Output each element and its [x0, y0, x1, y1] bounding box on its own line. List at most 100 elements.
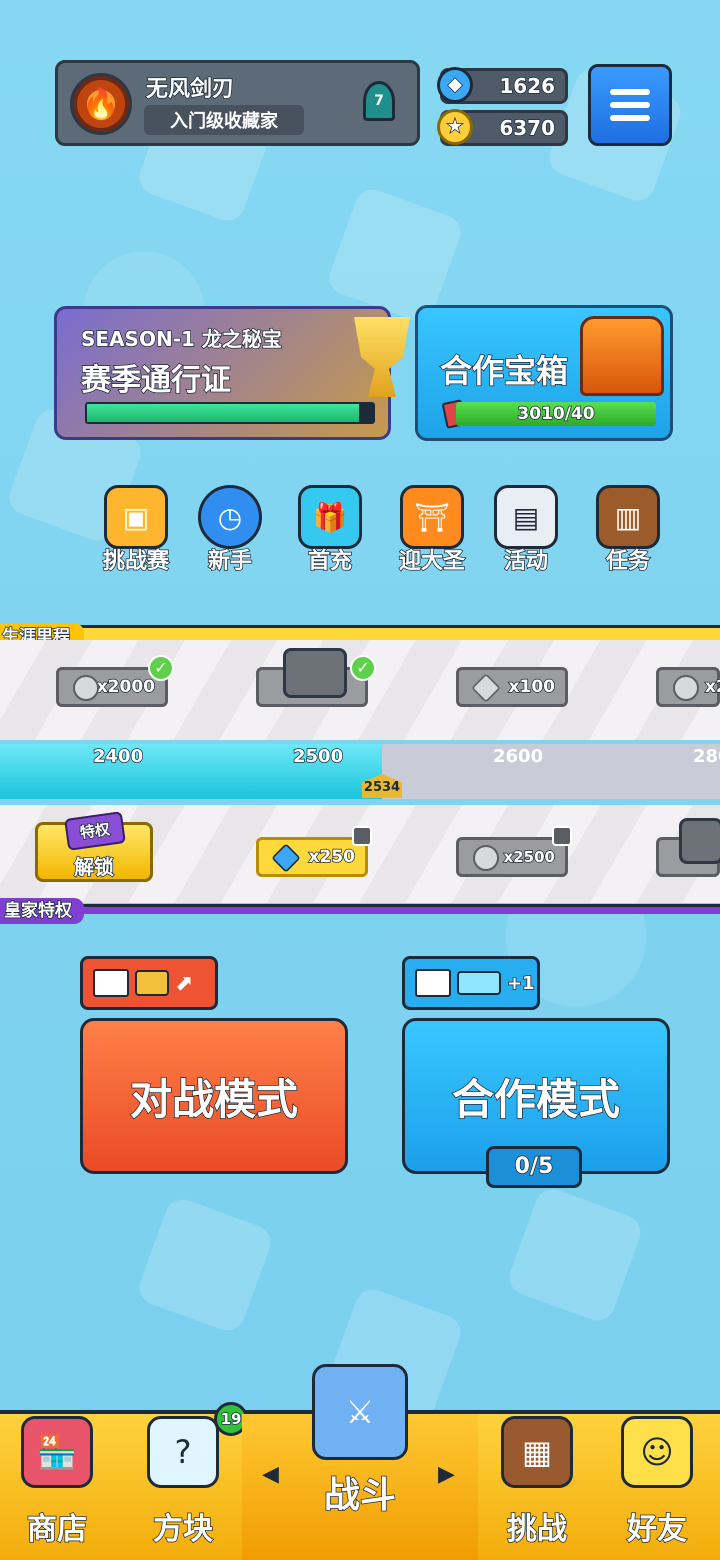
event-label: 挑战赛	[102, 548, 170, 575]
player-name: 无风剑刃	[145, 76, 235, 103]
fire-avatar-icon: 🔥	[70, 73, 132, 135]
nav-battle[interactable]: ⚔ 战斗	[242, 1364, 478, 1560]
event-tasks[interactable]: ▥ 任务	[582, 485, 674, 577]
friend-cube-icon: ☺	[621, 1416, 693, 1488]
tick-label: 2400	[92, 745, 144, 768]
coop-chest-title: 合作宝箱	[439, 351, 569, 391]
player-profile[interactable]: 🔥 无风剑刃 入门级收藏家 7	[55, 60, 420, 146]
reward-amount: x2000	[96, 676, 156, 698]
treasure-chest-icon	[580, 316, 664, 396]
coop-daily-count: 0/5	[486, 1146, 582, 1188]
nav-friends[interactable]: ☺ 好友	[600, 1414, 714, 1560]
reward-amount: x2500	[503, 847, 556, 867]
ticket-icon	[457, 971, 501, 995]
video-ad-icon	[93, 969, 129, 997]
event-great-sage[interactable]: ⛩ 迎大圣	[386, 485, 478, 577]
coop-chest-card[interactable]: 合作宝箱 3010/40	[415, 305, 673, 441]
reward-amount: x100	[508, 676, 556, 698]
season-pass-card[interactable]: SEASON-1 龙之秘宝 赛季通行证	[54, 306, 410, 440]
trophy-gem-upgrade-icon	[135, 970, 169, 996]
nav-cubes[interactable]: ? 方块 19	[126, 1402, 248, 1560]
gem-amount: 1626	[499, 73, 556, 99]
gem-counter[interactable]: ◆ 1626	[437, 67, 568, 104]
unlock-privilege-button[interactable]: 特权 解锁	[35, 811, 153, 882]
task-book-icon: ▥	[596, 485, 660, 549]
claimed-check-icon: ✓	[350, 655, 376, 681]
lock-icon	[352, 826, 372, 846]
milestone-progress-rail: 2400 2500 2600 280	[0, 744, 720, 799]
trophy-blocks-icon: ▣	[104, 485, 168, 549]
gift-box-icon: 🎁	[298, 485, 362, 549]
event-first-recharge[interactable]: 🎁 首充	[284, 485, 376, 577]
reward-amount: x2	[704, 676, 720, 698]
golden-gate-icon: ⛩	[400, 485, 464, 549]
season-progress-fill	[87, 404, 359, 422]
pvp-mode-label: 对战模式	[129, 1074, 299, 1125]
nav-challenge[interactable]: ▦ 挑战	[480, 1414, 594, 1560]
tick-label: 2500	[292, 745, 344, 768]
event-newbie[interactable]: ◷ 新手	[184, 485, 276, 577]
coop-chest-progress-bar: 3010/40	[456, 402, 656, 426]
pvp-mode-button[interactable]: 对战模式	[80, 1018, 348, 1174]
event-icons-row: ▣ 挑战赛 ◷ 新手 🎁 首充 ⛩ 迎大圣 ▤ 活动 ▥ 任务	[0, 485, 720, 585]
sword-shield-icon: ⚔	[312, 1364, 408, 1460]
coin-icon	[73, 675, 99, 701]
event-label: 活动	[503, 548, 549, 575]
coin-amount: 6370	[499, 115, 556, 141]
event-label: 首充	[307, 548, 353, 575]
privilege-tag: 特权	[64, 811, 126, 851]
milestone-reward[interactable]: x2	[656, 667, 720, 707]
event-challenge[interactable]: ▣ 挑战赛	[90, 485, 182, 577]
coin-icon: ★	[437, 109, 473, 145]
rank-badge-icon: 7	[363, 81, 395, 121]
royal-header-bar	[0, 904, 720, 914]
wooden-sign-icon: ▦	[501, 1416, 573, 1488]
unlock-label: 解锁	[73, 854, 115, 880]
gray-chest-icon	[679, 818, 720, 864]
newspaper-icon: ▤	[494, 485, 558, 549]
nav-label: 商店	[26, 1511, 88, 1548]
reward-amount: x250	[308, 846, 356, 868]
royal-section-label: 皇家特权	[0, 898, 84, 924]
tick-label: 2600	[493, 746, 544, 767]
up-arrow-icon: ⬈	[175, 970, 194, 996]
coop-mode-label: 合作模式	[451, 1074, 621, 1125]
claimed-check-icon: ✓	[148, 655, 174, 681]
coop-ad-bonus-tag[interactable]: +1	[402, 956, 540, 1010]
milestone-header-bar	[0, 625, 720, 641]
event-label: 新手	[207, 548, 253, 575]
nav-left-arrow-icon[interactable]: ◀	[262, 1462, 279, 1487]
season-progress-bar	[85, 402, 375, 424]
season-label: SEASON-1 龙之秘宝	[80, 326, 282, 352]
gem-icon	[271, 843, 301, 873]
lock-icon	[552, 826, 572, 846]
coin-counter[interactable]: ★ 6370	[437, 109, 568, 146]
nav-shop[interactable]: 🏪 商店	[0, 1414, 114, 1560]
royal-reward[interactable]	[656, 818, 720, 877]
bonus-count: +1	[506, 972, 535, 995]
gray-chest-icon	[283, 648, 347, 698]
season-title: 赛季通行证	[80, 362, 232, 399]
shop-icon: 🏪	[21, 1416, 93, 1488]
event-label: 任务	[605, 548, 651, 575]
nav-label: 挑战	[506, 1511, 568, 1548]
milestone-reward[interactable]: x100	[456, 667, 568, 707]
nav-label: 方块	[152, 1511, 214, 1548]
nav-label: 好友	[626, 1511, 688, 1548]
coop-chest-progress-text: 3010/40	[517, 403, 596, 425]
stopwatch-icon: ◷	[198, 485, 262, 549]
event-activities[interactable]: ▤ 活动	[480, 485, 572, 577]
nav-right-arrow-icon[interactable]: ▶	[438, 1462, 455, 1487]
hamburger-icon	[610, 89, 650, 95]
mystery-cube-icon: ?	[147, 1416, 219, 1488]
video-ad-icon	[415, 969, 451, 997]
tick-label: 280	[693, 746, 720, 767]
bottom-nav: 🏪 商店 ? 方块 19 ⚔ 战斗 ▦ 挑战 ☺ 好友	[0, 1364, 720, 1560]
player-title: 入门级收藏家	[144, 105, 304, 135]
gem-icon	[471, 673, 501, 703]
menu-button[interactable]	[588, 64, 672, 146]
gem-icon: ◆	[437, 67, 473, 103]
coin-icon	[673, 675, 699, 701]
coin-icon	[473, 845, 499, 871]
pvp-ad-bonus-tag[interactable]: ⬈	[80, 956, 218, 1010]
